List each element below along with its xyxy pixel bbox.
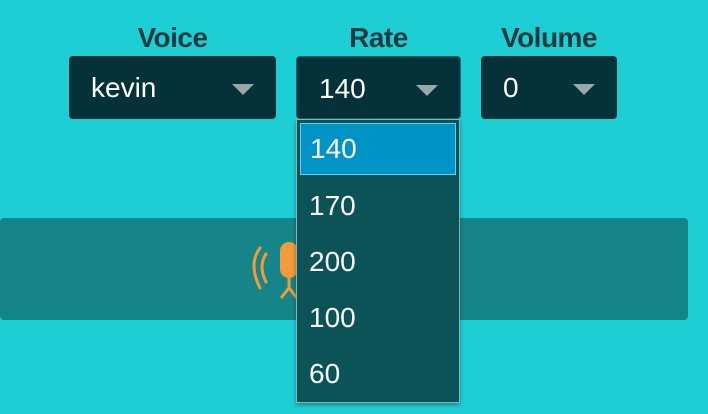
volume-label: Volume <box>500 22 598 53</box>
rate-option[interactable]: 170 <box>297 178 459 234</box>
chevron-down-icon <box>416 85 438 96</box>
rate-dropdown-list: 140 170 200 100 60 <box>296 119 460 403</box>
voice-label: Voice <box>137 22 208 53</box>
voice-select-value: kevin <box>91 72 157 103</box>
rate-option[interactable]: 100 <box>297 290 459 346</box>
chevron-down-icon <box>573 84 595 95</box>
rate-select[interactable]: 140 <box>296 56 461 119</box>
rate-option[interactable]: 60 <box>297 346 459 402</box>
rate-option[interactable]: 200 <box>297 234 459 290</box>
chevron-down-icon <box>232 84 254 95</box>
microphone-broadcast-icon[interactable] <box>246 238 302 302</box>
voice-select[interactable]: kevin <box>69 56 276 119</box>
rate-label: Rate <box>349 22 408 53</box>
rate-option[interactable]: 140 <box>300 123 456 175</box>
volume-select-value: 0 <box>503 72 519 103</box>
rate-select-value: 140 <box>319 73 366 104</box>
volume-select[interactable]: 0 <box>481 56 617 119</box>
